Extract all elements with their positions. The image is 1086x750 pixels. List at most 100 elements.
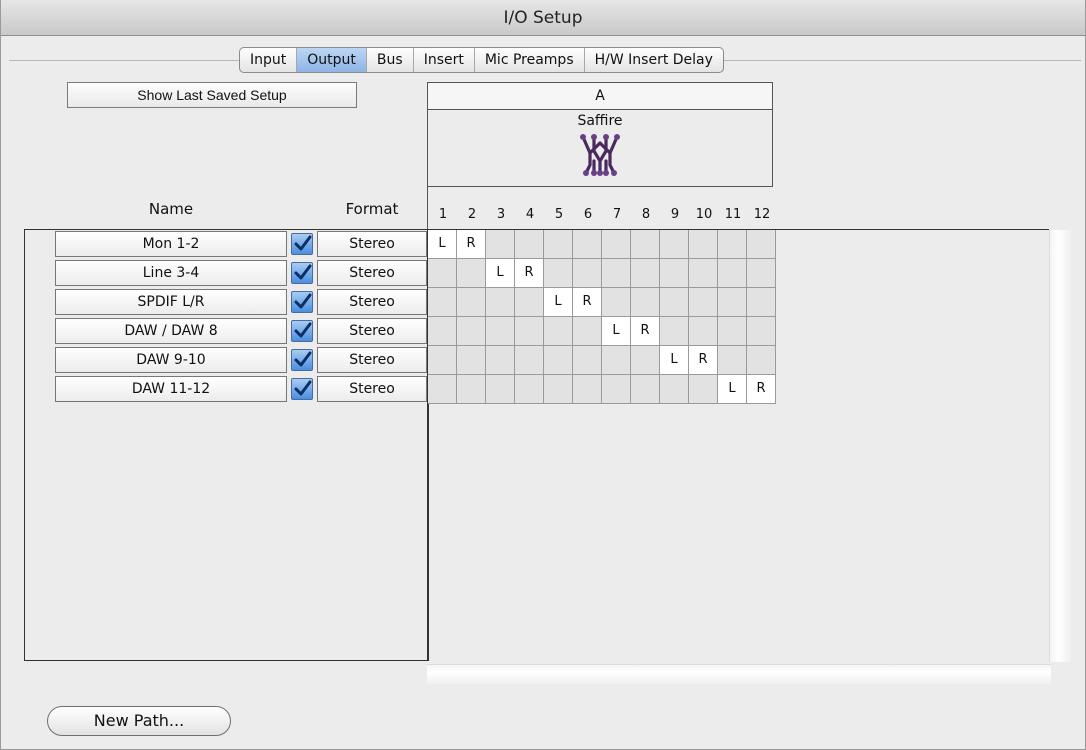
assignment-cell[interactable] bbox=[689, 375, 718, 404]
assignment-cell[interactable] bbox=[428, 317, 457, 346]
assignment-cell[interactable] bbox=[515, 375, 544, 404]
tab-bus[interactable]: Bus bbox=[367, 48, 414, 72]
assignment-cell[interactable] bbox=[573, 317, 602, 346]
assignment-cell[interactable] bbox=[718, 317, 747, 346]
assignment-cell[interactable] bbox=[515, 346, 544, 375]
path-enabled-checkbox[interactable] bbox=[291, 378, 313, 400]
tab-mic-preamps[interactable]: Mic Preamps bbox=[475, 48, 585, 72]
assignment-cell[interactable] bbox=[457, 317, 486, 346]
path-name-field[interactable]: Line 3-4 bbox=[55, 260, 287, 286]
tab-h-w-insert-delay[interactable]: H/W Insert Delay bbox=[585, 48, 723, 72]
assignment-cell[interactable] bbox=[515, 317, 544, 346]
path-enabled-checkbox[interactable] bbox=[291, 349, 313, 371]
assignment-cell[interactable] bbox=[457, 259, 486, 288]
assignment-cell[interactable] bbox=[486, 317, 515, 346]
assignment-cell[interactable] bbox=[660, 375, 689, 404]
assignment-cell[interactable] bbox=[602, 230, 631, 259]
assignment-cell-left[interactable]: L bbox=[486, 259, 515, 288]
assignment-cell[interactable] bbox=[428, 346, 457, 375]
assignment-cell[interactable] bbox=[457, 288, 486, 317]
assignment-cell[interactable] bbox=[544, 346, 573, 375]
assignment-cell[interactable] bbox=[573, 346, 602, 375]
assignment-cell[interactable] bbox=[515, 230, 544, 259]
assignment-cell[interactable] bbox=[486, 288, 515, 317]
tab-insert[interactable]: Insert bbox=[414, 48, 475, 72]
assignment-cell[interactable] bbox=[602, 259, 631, 288]
assignment-cell[interactable] bbox=[747, 317, 776, 346]
assignment-cell[interactable] bbox=[428, 259, 457, 288]
assignment-cell[interactable] bbox=[689, 259, 718, 288]
assignment-cell[interactable] bbox=[660, 317, 689, 346]
assignment-cell[interactable] bbox=[486, 230, 515, 259]
assignment-cell[interactable] bbox=[747, 259, 776, 288]
assignment-cell[interactable] bbox=[660, 230, 689, 259]
assignment-cell[interactable] bbox=[689, 317, 718, 346]
assignment-cell-right[interactable]: R bbox=[573, 288, 602, 317]
vertical-scrollbar[interactable] bbox=[1049, 230, 1071, 662]
show-last-saved-setup-button[interactable]: Show Last Saved Setup bbox=[67, 82, 357, 108]
path-name-field[interactable]: Mon 1-2 bbox=[55, 231, 287, 257]
new-path-button[interactable]: New Path... bbox=[47, 706, 231, 736]
path-name-field[interactable]: DAW / DAW 8 bbox=[55, 318, 287, 344]
assignment-cell[interactable] bbox=[631, 375, 660, 404]
assignment-cell[interactable] bbox=[515, 288, 544, 317]
assignment-cell[interactable] bbox=[602, 288, 631, 317]
assignment-cell[interactable] bbox=[486, 346, 515, 375]
assignment-cell[interactable] bbox=[631, 346, 660, 375]
assignment-cell[interactable] bbox=[718, 259, 747, 288]
assignment-cell[interactable] bbox=[573, 259, 602, 288]
assignment-cell[interactable] bbox=[544, 375, 573, 404]
assignment-cell[interactable] bbox=[718, 346, 747, 375]
assignment-cell[interactable] bbox=[718, 288, 747, 317]
assignment-cell[interactable] bbox=[631, 288, 660, 317]
assignment-cell-left[interactable]: L bbox=[428, 230, 457, 259]
assignment-cell[interactable] bbox=[573, 375, 602, 404]
assignment-cell[interactable] bbox=[457, 346, 486, 375]
assignment-cell-left[interactable]: L bbox=[602, 317, 631, 346]
horizontal-scrollbar[interactable] bbox=[427, 664, 1051, 684]
path-format-selector[interactable]: Stereo bbox=[317, 260, 427, 286]
path-format-selector[interactable]: Stereo bbox=[317, 318, 427, 344]
assignment-cell[interactable] bbox=[573, 230, 602, 259]
path-name-field[interactable]: DAW 9-10 bbox=[55, 347, 287, 373]
assignment-cell[interactable] bbox=[747, 288, 776, 317]
assignment-cell[interactable] bbox=[457, 375, 486, 404]
assignment-cell-right[interactable]: R bbox=[515, 259, 544, 288]
path-enabled-checkbox[interactable] bbox=[291, 262, 313, 284]
assignment-cell[interactable] bbox=[747, 230, 776, 259]
assignment-cell[interactable] bbox=[486, 375, 515, 404]
path-format-selector[interactable]: Stereo bbox=[317, 347, 427, 373]
assignment-cell[interactable] bbox=[544, 259, 573, 288]
assignment-cell-left[interactable]: L bbox=[660, 346, 689, 375]
assignment-cell[interactable] bbox=[428, 375, 457, 404]
assignment-cell[interactable] bbox=[602, 346, 631, 375]
path-enabled-checkbox[interactable] bbox=[291, 291, 313, 313]
assignment-cell-right[interactable]: R bbox=[747, 375, 776, 404]
assignment-cell[interactable] bbox=[689, 288, 718, 317]
tab-input[interactable]: Input bbox=[240, 48, 298, 72]
assignment-cell[interactable] bbox=[602, 375, 631, 404]
assignment-cell-right[interactable]: R bbox=[631, 317, 660, 346]
assignment-cell[interactable] bbox=[544, 230, 573, 259]
path-enabled-checkbox[interactable] bbox=[291, 233, 313, 255]
path-enabled-checkbox[interactable] bbox=[291, 320, 313, 342]
assignment-cell[interactable] bbox=[660, 259, 689, 288]
path-format-selector[interactable]: Stereo bbox=[317, 376, 427, 402]
assignment-cell[interactable] bbox=[428, 288, 457, 317]
assignment-cell[interactable] bbox=[718, 230, 747, 259]
assignment-cell[interactable] bbox=[631, 230, 660, 259]
assignment-cell[interactable] bbox=[689, 230, 718, 259]
assignment-cell-right[interactable]: R bbox=[689, 346, 718, 375]
assignment-cell-right[interactable]: R bbox=[457, 230, 486, 259]
path-format-selector[interactable]: Stereo bbox=[317, 231, 427, 257]
assignment-cell[interactable] bbox=[631, 259, 660, 288]
path-format-selector[interactable]: Stereo bbox=[317, 289, 427, 315]
assignment-cell[interactable] bbox=[747, 346, 776, 375]
path-name-field[interactable]: SPDIF L/R bbox=[55, 289, 287, 315]
path-name-field[interactable]: DAW 11-12 bbox=[55, 376, 287, 402]
tab-output[interactable]: Output bbox=[297, 48, 367, 72]
assignment-cell[interactable] bbox=[660, 288, 689, 317]
assignment-cell[interactable] bbox=[544, 317, 573, 346]
assignment-cell-left[interactable]: L bbox=[718, 375, 747, 404]
assignment-cell-left[interactable]: L bbox=[544, 288, 573, 317]
